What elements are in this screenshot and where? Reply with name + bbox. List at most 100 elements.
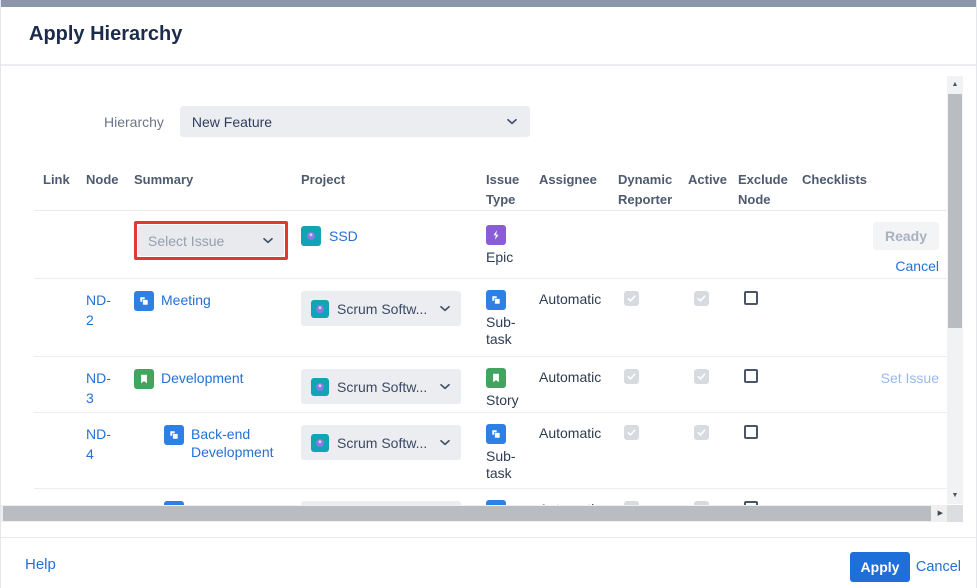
subtask-icon: [486, 424, 506, 444]
column-header-issue-type: Issue Type: [486, 170, 539, 210]
summary-link[interactable]: Meeting: [161, 291, 211, 309]
project-select[interactable]: Scrum Softw...: [301, 291, 461, 326]
issue-type-label: Sub-task: [486, 448, 531, 483]
project-cell: SSD: [301, 211, 486, 278]
hierarchy-table: LinkNodeSummaryProjectIssue TypeAssignee…: [34, 170, 947, 505]
column-header-project: Project: [301, 170, 486, 210]
issue-type-label: Sub-task: [486, 314, 531, 349]
ready-button[interactable]: Ready: [873, 222, 939, 250]
summary-link[interactable]: Development: [161, 369, 244, 387]
chevron-down-icon: [439, 383, 451, 391]
active-checkbox: [694, 425, 709, 440]
vertical-scrollbar[interactable]: ▲ ▼: [947, 76, 963, 504]
active-checkbox: [694, 369, 709, 384]
link-cell: [34, 211, 86, 278]
help-link[interactable]: Help: [25, 556, 56, 573]
scroll-up-arrow-icon[interactable]: ▲: [947, 77, 963, 92]
issue-type-label: Story: [486, 392, 531, 410]
table-row: ND-2 Meeting Scrum Softw... Sub-task Automat…: [34, 279, 947, 357]
story-icon: [486, 368, 506, 388]
table-rows: ND-2 Meeting Scrum Softw... Sub-task Automat…: [34, 279, 947, 505]
summary-cell: Select Issue: [134, 211, 301, 278]
active-checkbox: [694, 291, 709, 306]
project-link[interactable]: SSD: [329, 228, 358, 244]
dynamic-reporter-cell: [618, 211, 688, 278]
select-issue-highlight: Select Issue: [134, 221, 288, 260]
assignee-value: Automatic: [539, 291, 601, 307]
assignee-value: Automatic: [539, 369, 601, 385]
column-header-link: Link: [34, 170, 86, 210]
apply-button[interactable]: Apply: [850, 552, 910, 582]
scroll-right-arrow-icon[interactable]: ▶: [938, 505, 943, 522]
select-issue-placeholder: Select Issue: [148, 233, 224, 249]
project-avatar-icon: [311, 300, 329, 318]
table-row: ND-5Front-endScrum Softw...Sub-taskAutom…: [34, 489, 947, 505]
row-cancel-link[interactable]: Cancel: [895, 258, 939, 274]
dynamic-reporter-checkbox: [624, 369, 639, 384]
subtask-icon: [486, 290, 506, 310]
set-issue-link[interactable]: Set Issue: [881, 370, 939, 386]
summary-link[interactable]: Back-end Development: [191, 425, 293, 461]
node-link[interactable]: ND-4: [86, 426, 111, 462]
dialog-title: Apply Hierarchy: [29, 23, 182, 46]
chevron-down-icon: [439, 305, 451, 313]
project-select-value: Scrum Softw...: [337, 435, 427, 451]
issue-type-cell: Epic: [486, 211, 539, 278]
column-header-checklists: Checklists: [802, 170, 877, 210]
node-link[interactable]: ND-2: [86, 292, 111, 328]
table-row: ND-3 Development Scrum Softw... Story Automa…: [34, 357, 947, 413]
project-select-value: Scrum Softw...: [337, 301, 427, 317]
column-header-actions: [877, 170, 947, 210]
project-select[interactable]: Scrum Softw...: [301, 369, 461, 404]
horizontal-scrollbar-thumb[interactable]: [3, 506, 931, 521]
dynamic-reporter-checkbox: [624, 425, 639, 440]
column-header-node: Node: [86, 170, 134, 210]
project-avatar-icon: [311, 434, 329, 452]
column-header-exclude-node: Exclude Node: [738, 170, 802, 210]
project-avatar-icon: [301, 226, 321, 246]
checklists-cell: [802, 211, 877, 278]
exclude-node-checkbox[interactable]: [744, 291, 758, 305]
project-select[interactable]: Scrum Softw...: [301, 425, 461, 460]
exclude-node-checkbox[interactable]: [744, 369, 758, 383]
hierarchy-field: Hierarchy New Feature: [104, 106, 947, 137]
issue-type-label: Epic: [486, 249, 531, 267]
window-top-strip: [1, 0, 976, 7]
scroll-down-arrow-icon[interactable]: ▼: [947, 488, 963, 503]
column-header-dynamic-reporter: Dynamic Reporter: [618, 170, 688, 210]
vertical-scrollbar-thumb[interactable]: [948, 94, 962, 328]
subtask-icon: [164, 425, 184, 445]
subtask-icon: [134, 291, 154, 311]
assignee-value: Automatic: [539, 425, 601, 441]
node-link[interactable]: ND-3: [86, 370, 111, 406]
column-header-assignee: Assignee: [539, 170, 618, 210]
dialog-body: Hierarchy New Feature LinkNodeSummaryPro…: [1, 68, 947, 505]
cancel-link[interactable]: Cancel: [916, 559, 961, 575]
exclude-node-checkbox[interactable]: [744, 425, 758, 439]
hierarchy-select[interactable]: New Feature: [180, 106, 530, 137]
scrollbar-corner: [947, 505, 963, 522]
column-header-active: Active: [688, 170, 738, 210]
table-row: ND-4 Back-end Development Scrum Softw... Su…: [34, 413, 947, 489]
chevron-down-icon: [506, 118, 518, 126]
project-select-value: Scrum Softw...: [337, 379, 427, 395]
row-actions-cell: Ready Cancel: [877, 211, 947, 278]
active-cell: [688, 211, 738, 278]
story-icon: [134, 369, 154, 389]
chevron-down-icon: [439, 439, 451, 447]
epic-icon: [486, 225, 506, 245]
exclude-node-cell: [738, 211, 802, 278]
select-issue-dropdown[interactable]: Select Issue: [138, 225, 284, 256]
horizontal-scrollbar[interactable]: ▶: [1, 505, 947, 522]
node-cell: [86, 211, 134, 278]
dynamic-reporter-checkbox: [624, 291, 639, 306]
project-avatar-icon: [311, 378, 329, 396]
dialog-header: Apply Hierarchy: [1, 7, 976, 66]
hierarchy-select-value: New Feature: [192, 114, 272, 130]
dialog-footer: Help Apply Cancel: [1, 537, 977, 588]
hierarchy-label: Hierarchy: [104, 114, 164, 130]
chevron-down-icon: [262, 237, 274, 245]
assignee-cell: [539, 211, 618, 278]
apply-hierarchy-dialog: Apply Hierarchy Hierarchy New Feature Li…: [0, 0, 977, 588]
column-header-summary: Summary: [134, 170, 301, 210]
